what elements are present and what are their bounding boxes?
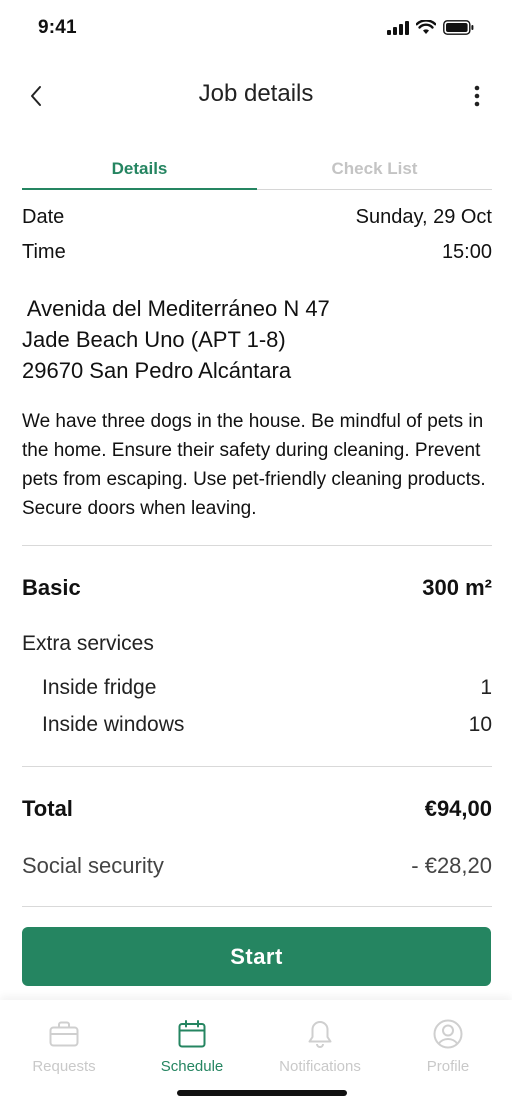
social-security-row: Social security - €28,20 — [22, 853, 492, 879]
date-value: Sunday, 29 Oct — [355, 206, 492, 228]
wifi-icon — [416, 20, 436, 34]
service-size: 300 m² — [422, 575, 492, 600]
extra-service-name: Inside fridge — [42, 676, 157, 699]
date-row: Date Sunday, 29 Oct — [22, 206, 492, 229]
tab-schedule[interactable]: Schedule — [128, 1018, 256, 1075]
address-line: Avenida del Mediterráneo N 47 — [22, 296, 330, 321]
address-line: Jade Beach Uno (APT 1-8) — [22, 327, 286, 352]
address-line: 29670 San Pedro Alcántara — [22, 358, 292, 383]
total-row: Total €94,00 — [22, 796, 492, 822]
tab-label: Notifications — [279, 1058, 361, 1075]
status-time: 9:41 — [38, 17, 77, 38]
tab-requests[interactable]: Requests — [0, 1018, 128, 1075]
divider — [22, 545, 492, 546]
briefcase-icon — [49, 1021, 79, 1047]
bell-icon — [308, 1021, 332, 1048]
signal-icon — [387, 20, 409, 35]
status-bar: 9:41 — [0, 0, 512, 58]
total-label: Total — [22, 796, 73, 821]
tab-check-list[interactable]: Check List — [257, 148, 492, 189]
status-icons — [387, 20, 474, 35]
service-row: Basic 300 m² — [22, 575, 492, 601]
time-row: Time 15:00 — [22, 241, 492, 264]
extra-service-row: Inside windows 10 — [42, 713, 492, 737]
segment-tabs: Details Check List — [22, 148, 492, 190]
extra-service-name: Inside windows — [42, 713, 185, 736]
tab-profile[interactable]: Profile — [384, 1018, 512, 1075]
extra-service-row: Inside fridge 1 — [42, 676, 492, 700]
divider — [22, 906, 492, 907]
tab-label: Requests — [32, 1058, 96, 1075]
service-name: Basic — [22, 575, 81, 600]
nav-bar: Job details — [0, 68, 512, 124]
battery-icon — [443, 20, 474, 35]
extra-service-qty: 1 — [480, 676, 492, 699]
time-value: 15:00 — [441, 241, 492, 263]
date-label: Date — [22, 206, 65, 228]
profile-icon — [433, 1019, 463, 1049]
social-security-label: Social security — [22, 853, 164, 878]
page-title: Job details — [198, 80, 314, 107]
tab-details[interactable]: Details — [22, 148, 257, 190]
calendar-icon — [178, 1020, 206, 1048]
extra-service-qty: 10 — [468, 713, 492, 736]
start-button[interactable]: Start — [22, 927, 491, 986]
tab-label: Profile — [426, 1058, 470, 1075]
divider — [22, 766, 492, 767]
more-vertical-icon — [474, 85, 480, 107]
time-label: Time — [22, 241, 66, 263]
tab-notifications[interactable]: Notifications — [256, 1018, 384, 1075]
home-indicator — [177, 1090, 347, 1096]
social-security-value: - €28,20 — [411, 853, 492, 878]
total-value: €94,00 — [424, 796, 492, 821]
job-notes: We have three dogs in the house. Be mind… — [22, 411, 486, 519]
address-block: Avenida del Mediterráneo N 47 Jade Beach… — [22, 293, 492, 386]
tab-label: Schedule — [160, 1058, 224, 1075]
extra-services-title: Extra services — [22, 632, 154, 655]
more-options-button[interactable] — [462, 78, 492, 114]
